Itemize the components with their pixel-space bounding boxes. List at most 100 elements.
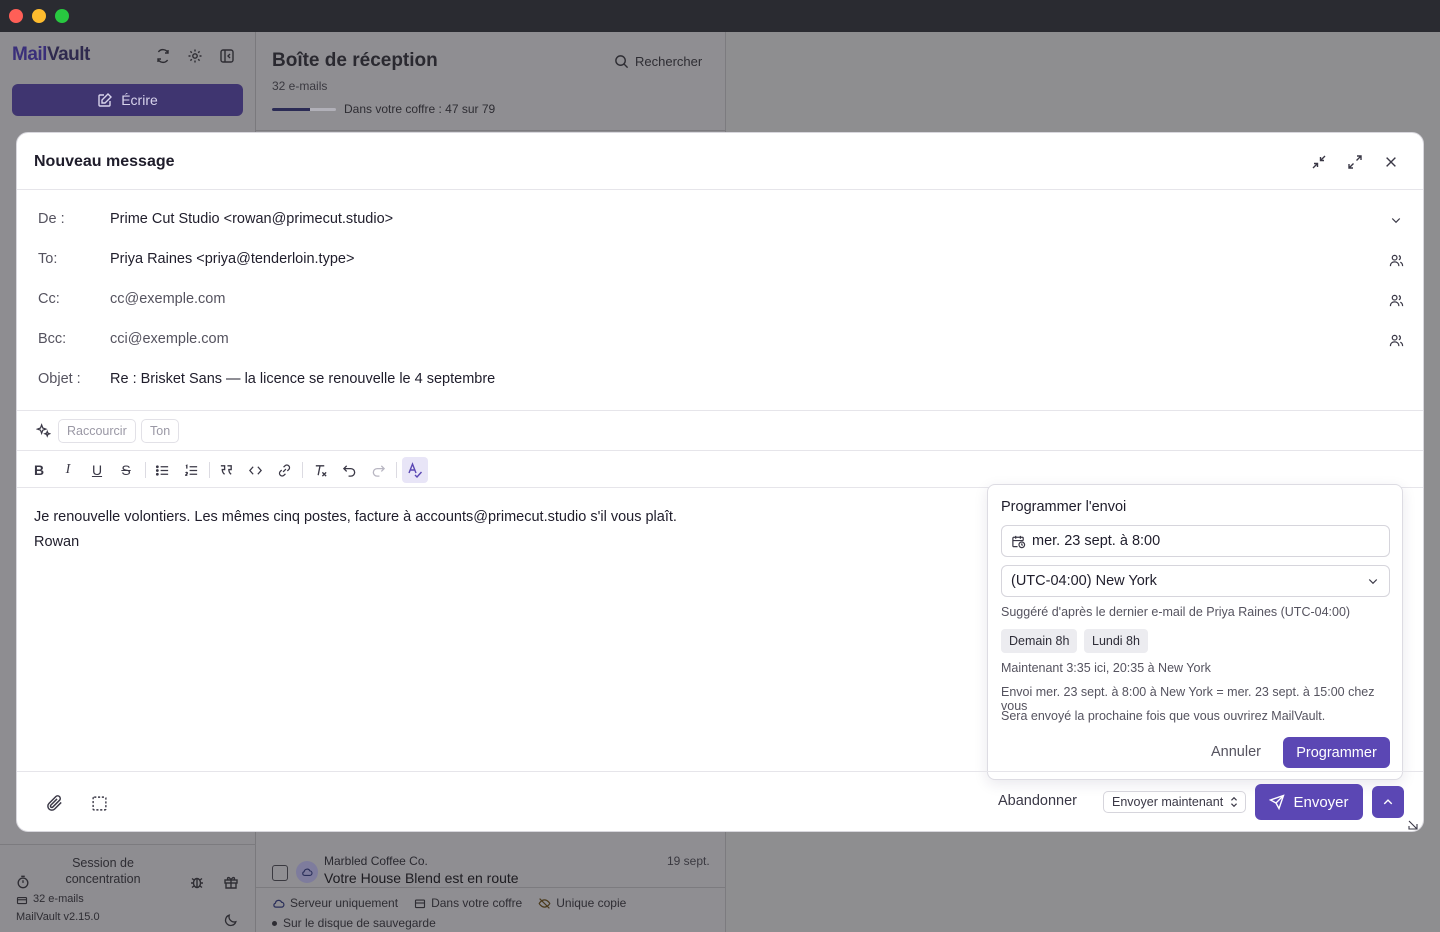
contacts-icon[interactable]: [1387, 251, 1405, 269]
refresh-icon[interactable]: [153, 46, 173, 66]
blockquote-icon[interactable]: [215, 459, 237, 481]
tag-server-only: Serveur uniquement: [272, 896, 398, 910]
mail-select-checkbox[interactable]: [272, 865, 288, 881]
gift-icon[interactable]: [223, 874, 239, 890]
spellcheck-icon[interactable]: [402, 457, 428, 483]
tag-in-vault: Dans votre coffre: [414, 896, 522, 910]
inbox-count: 32 e-mails: [272, 79, 328, 93]
strikethrough-icon[interactable]: S: [115, 459, 137, 481]
close-window-button[interactable]: [9, 9, 23, 23]
send-mode-select[interactable]: Envoyer maintenant: [1103, 791, 1246, 813]
search-icon: [615, 55, 629, 69]
vault-progress-bar: [272, 108, 336, 111]
inbox-title: Boîte de réception: [272, 50, 438, 71]
collapse-sidebar-icon[interactable]: [217, 46, 237, 66]
numbered-list-icon[interactable]: [180, 459, 202, 481]
send-button[interactable]: Envoyer: [1255, 784, 1363, 820]
to-field[interactable]: To: Priya Raines <priya@tenderloin.type>: [17, 240, 1423, 280]
mail-subject: Votre House Blend est en route: [324, 870, 519, 886]
quick-pick-monday[interactable]: Lundi 8h: [1084, 629, 1148, 653]
compose-button-label: Écrire: [121, 92, 158, 108]
redo-icon[interactable]: [367, 459, 389, 481]
cloud-icon: [302, 868, 313, 876]
cc-input[interactable]: cc@exemple.com: [110, 291, 225, 307]
from-field[interactable]: De : Prime Cut Studio <rowan@primecut.st…: [17, 200, 1423, 240]
subject-field[interactable]: Objet : Re : Brisket Sans — la licence s…: [17, 360, 1423, 400]
eye-off-icon: [538, 897, 551, 909]
cc-label: Cc:: [38, 291, 60, 307]
search-button[interactable]: Rechercher: [614, 54, 702, 69]
vault-icon: [415, 899, 426, 909]
mail-list-item[interactable]: Marbled Coffee Co. Votre House Blend est…: [256, 840, 726, 932]
bold-icon[interactable]: B: [28, 459, 50, 481]
bcc-input[interactable]: cci@exemple.com: [110, 331, 229, 347]
italic-icon[interactable]: I: [57, 459, 79, 481]
quick-pick-tomorrow[interactable]: Demain 8h: [1001, 629, 1078, 653]
cc-field[interactable]: Cc: cc@exemple.com: [17, 280, 1423, 320]
subject-input[interactable]: Re : Brisket Sans — la licence se renouv…: [110, 371, 495, 387]
to-value[interactable]: Priya Raines <priya@tenderloin.type>: [110, 251, 354, 267]
to-label: To:: [38, 251, 58, 267]
schedule-confirm-button[interactable]: Programmer: [1283, 737, 1390, 768]
undo-icon[interactable]: [338, 459, 360, 481]
select-region-icon[interactable]: [88, 792, 110, 814]
bullet-list-icon[interactable]: [151, 459, 173, 481]
timezone-select[interactable]: (UTC-04:00) New York: [1001, 565, 1390, 597]
bug-icon[interactable]: [189, 874, 205, 890]
contacts-icon[interactable]: [1387, 291, 1405, 309]
discard-button[interactable]: Abandonner: [998, 793, 1077, 809]
focus-session-button[interactable]: Session de concentration: [44, 855, 162, 887]
minimize-window-button[interactable]: [32, 9, 46, 23]
calendar-clock-icon: [1012, 535, 1026, 548]
compose-footer: Abandonner Envoyer maintenant Envoyer: [17, 771, 1423, 831]
ai-shorten-button[interactable]: Raccourcir: [58, 419, 136, 443]
expand-compose-button[interactable]: [1345, 152, 1365, 172]
contacts-icon[interactable]: [1387, 331, 1405, 349]
dark-mode-moon-icon[interactable]: [224, 913, 240, 929]
body-line: Je renouvelle volontiers. Les mêmes cinq…: [34, 509, 677, 525]
clear-formatting-icon[interactable]: [309, 459, 331, 481]
formatting-toolbar: B I U S: [17, 451, 1423, 488]
code-icon[interactable]: [244, 459, 266, 481]
app-version: MailVault v2.15.0: [16, 911, 100, 923]
maximize-arrows-icon: [1348, 155, 1362, 169]
mail-storage-tags: Serveur uniquement Dans votre coffre Uni…: [272, 896, 626, 910]
pencil-square-icon: [98, 93, 113, 107]
app-logo: MailVault: [12, 44, 90, 65]
minimize-compose-button[interactable]: [1309, 152, 1329, 172]
current-time-text: Maintenant 3:35 ici, 20:35 à New York: [1001, 661, 1211, 675]
resize-handle[interactable]: [1407, 819, 1419, 831]
compose-button[interactable]: Écrire: [12, 84, 243, 116]
ai-assist-bar: Raccourcir Ton: [17, 410, 1423, 451]
schedule-cancel-button[interactable]: Annuler: [1211, 744, 1261, 760]
sender-avatar: [296, 861, 318, 883]
chevron-up-icon: [1383, 799, 1393, 805]
underline-icon[interactable]: U: [86, 459, 108, 481]
attach-paperclip-icon[interactable]: [44, 792, 66, 814]
zoom-window-button[interactable]: [55, 9, 69, 23]
send-options-button[interactable]: [1372, 786, 1404, 818]
from-label: De :: [38, 211, 65, 227]
mail-date: 19 sept.: [667, 854, 710, 868]
timezone-suggestion: Suggéré d'après le dernier e-mail de Pri…: [1001, 605, 1351, 619]
chevron-down-icon[interactable]: [1387, 211, 1405, 229]
paper-plane-icon: [1269, 794, 1286, 810]
timer-icon[interactable]: [16, 875, 32, 891]
bcc-field[interactable]: Bcc: cci@exemple.com: [17, 320, 1423, 360]
subject-label: Objet :: [38, 371, 81, 387]
chevron-updown-icon: [1231, 796, 1238, 808]
link-icon[interactable]: [273, 459, 295, 481]
cloud-icon: [273, 899, 285, 908]
from-value[interactable]: Prime Cut Studio <rowan@primecut.studio>: [110, 211, 393, 227]
settings-gear-icon[interactable]: [185, 46, 205, 66]
schedule-datetime-input[interactable]: mer. 23 sept. à 8:00: [1001, 525, 1390, 557]
schedule-send-popover: Programmer l'envoi mer. 23 sept. à 8:00 …: [987, 484, 1403, 780]
message-body[interactable]: Je renouvelle volontiers. Les mêmes cinq…: [34, 505, 677, 555]
sparkles-icon: [36, 423, 52, 439]
close-compose-button[interactable]: [1381, 152, 1401, 172]
ai-tone-button[interactable]: Ton: [141, 419, 180, 443]
tag-backup-disk: Sur le disque de sauvegarde: [272, 916, 436, 930]
schedule-title: Programmer l'envoi: [1001, 499, 1127, 515]
email-count-label: 32 e-mails: [16, 893, 84, 905]
compose-dialog: Nouveau message De : Prime Cut Studio <r…: [16, 132, 1424, 832]
